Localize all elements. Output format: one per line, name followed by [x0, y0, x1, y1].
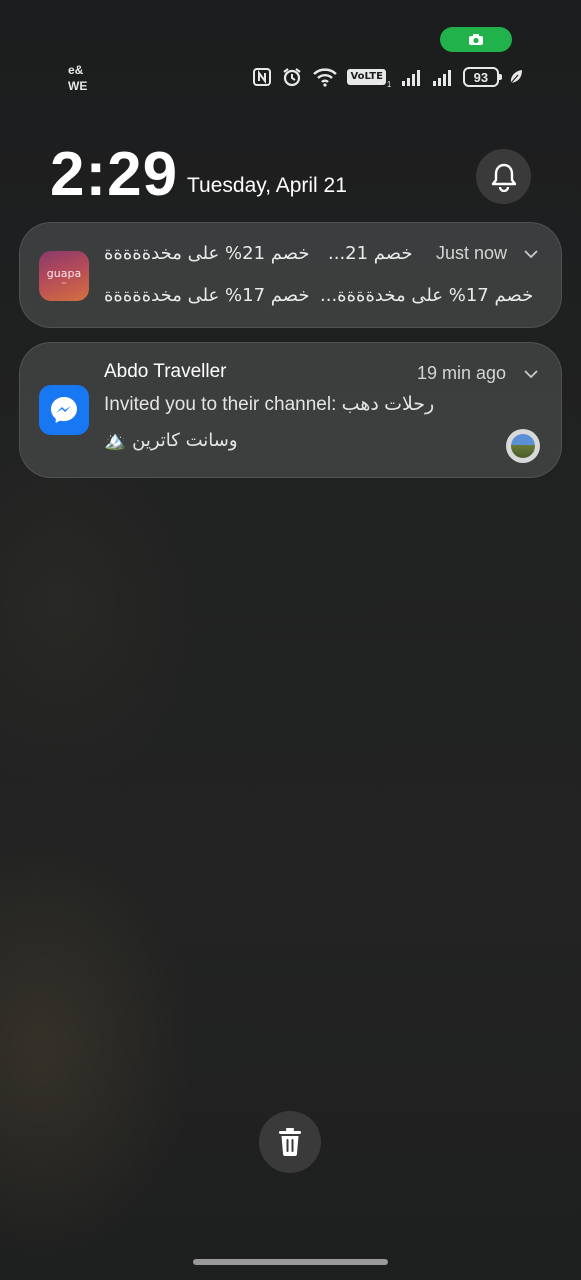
chevron-down-icon[interactable] — [524, 249, 538, 259]
carrier-2: WE — [68, 79, 88, 93]
carrier-1: e& — [68, 63, 84, 77]
camera-icon — [469, 34, 483, 45]
alarm-icon — [281, 65, 303, 89]
volte-icon: VoLTE 1 — [347, 65, 391, 89]
home-indicator[interactable] — [193, 1259, 388, 1265]
status-icons: VoLTE 1 93 — [252, 64, 524, 90]
landscape-image — [511, 434, 535, 458]
carrier-names: e& WE — [68, 62, 87, 94]
notification-text: خصم 17% على مخدةةةة... — [320, 285, 534, 306]
camera-in-use-indicator[interactable] — [440, 27, 512, 52]
notification-messenger[interactable]: Abdo Traveller 19 min ago Invited you to… — [19, 342, 562, 478]
battery-icon: 93 — [462, 65, 502, 89]
notification-text: خصم 21% على مخدةةةةة — [104, 243, 310, 264]
nfc-icon — [252, 65, 272, 89]
bell-icon — [491, 163, 516, 192]
notification-time: Just now — [436, 243, 508, 263]
leaf-icon — [508, 65, 524, 89]
signal-icon — [401, 65, 423, 89]
notification-message: وسانت كاترين 🏔️ — [104, 430, 238, 451]
signal-icon-2 — [432, 65, 454, 89]
messenger-app-icon — [39, 385, 89, 435]
clear-all-button[interactable] — [259, 1111, 321, 1173]
guapa-app-icon: guapa ••• — [39, 251, 89, 301]
messenger-icon — [51, 397, 77, 423]
chevron-down-icon[interactable] — [524, 369, 538, 379]
trash-icon — [279, 1128, 301, 1156]
lockscreen-clock: 2:29 — [50, 140, 179, 209]
notification-message: Invited you to their channel: رحلات دهب — [104, 394, 435, 415]
notification-text: خصم 17% على مخدةةةةة — [104, 285, 310, 306]
notification-guapa[interactable]: guapa ••• خصم 21% على مخدةةةةة خصم 21...… — [19, 222, 562, 328]
battery-level: 93 — [462, 67, 502, 87]
wifi-icon — [312, 65, 338, 89]
lockscreen-date: Tuesday, April 21 — [187, 174, 347, 197]
channel-thumbnail — [506, 429, 540, 463]
notification-settings-button[interactable] — [476, 149, 531, 204]
notification-time: 19 min ago — [417, 363, 507, 383]
notification-sender: Abdo Traveller — [104, 361, 227, 382]
notification-text: خصم 21... — [328, 243, 413, 264]
